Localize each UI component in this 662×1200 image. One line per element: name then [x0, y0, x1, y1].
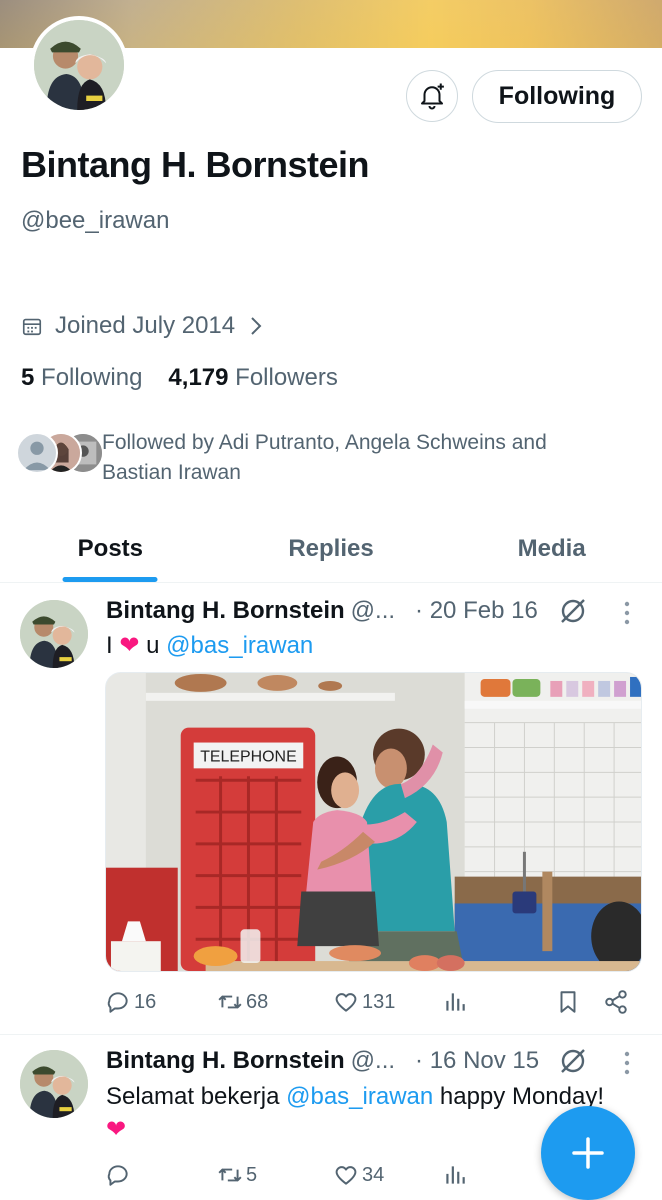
post-divider — [0, 1034, 662, 1035]
post-text: I ❤ u @bas_irawan — [106, 629, 646, 662]
bell-plus-icon — [421, 83, 444, 110]
tab-label: Media — [517, 534, 586, 562]
profile-avatar[interactable] — [30, 16, 128, 114]
joined-date-row[interactable]: Joined July 2014 — [21, 312, 263, 340]
like-count: 34 — [362, 1163, 385, 1186]
avatar-photo — [20, 600, 88, 668]
reply-count: 16 — [134, 990, 157, 1013]
share-button[interactable] — [603, 989, 632, 1015]
tab-media[interactable]: Media — [441, 515, 662, 582]
plus-icon — [572, 1137, 604, 1169]
like-heart-icon — [335, 1166, 357, 1185]
views-chart-icon — [446, 1166, 465, 1184]
like-button[interactable]: 34 — [333, 1162, 384, 1188]
avatar-photo — [34, 20, 124, 110]
followed-by-avatars — [16, 430, 104, 474]
tab-label: Posts — [77, 534, 144, 562]
post-header: Bintang H. Bornstein @... · 20 Feb 16 — [106, 597, 538, 625]
chevron-right-icon — [251, 317, 262, 335]
post-author-handle[interactable]: @... — [351, 597, 395, 625]
repost-icon — [218, 1168, 242, 1182]
following-count-link[interactable]: 5 Following — [21, 364, 142, 392]
followers-count-link[interactable]: 4,179 Followers — [168, 364, 337, 392]
more-options-icon[interactable] — [614, 1048, 640, 1078]
views-chart-icon — [446, 993, 465, 1011]
post-avatar[interactable] — [20, 1050, 88, 1118]
follow-counts: 5 Following 4,179 Followers — [21, 364, 364, 392]
repost-icon — [218, 995, 242, 1009]
tab-replies[interactable]: Replies — [221, 515, 442, 582]
following-label: Following — [41, 364, 143, 391]
repost-count: 68 — [246, 990, 269, 1013]
reply-button[interactable]: 16 — [105, 989, 156, 1015]
post-author-name[interactable]: Bintang H. Bornstein — [106, 1047, 345, 1075]
heart-emoji-icon: ❤ — [119, 632, 140, 659]
grok-icon[interactable] — [558, 1046, 588, 1076]
post-author-handle[interactable]: @... — [351, 1047, 395, 1075]
following-button[interactable]: Following — [472, 70, 642, 123]
joined-text: Joined July 2014 — [55, 312, 236, 339]
mention-link[interactable]: @bas_irawan — [166, 632, 313, 659]
default-avatar — [16, 432, 58, 474]
post-avatar[interactable] — [20, 600, 88, 668]
followed-by-row[interactable]: Followed by Adi Putranto, Angela Schwein… — [16, 430, 582, 488]
post-text-part: u — [146, 632, 160, 659]
post-text-part: Selamat bekerja — [106, 1083, 280, 1110]
active-tab-indicator — [62, 577, 158, 582]
post-media-image[interactable]: TELEPHONE — [105, 672, 642, 972]
notifications-bell-button[interactable] — [406, 70, 458, 122]
grok-icon[interactable] — [558, 596, 588, 626]
views-button[interactable] — [442, 989, 471, 1015]
followed-by-text: Followed by Adi Putranto, Angela Schwein… — [102, 431, 547, 484]
profile-name: Bintang H. Bornstein — [21, 144, 370, 185]
reply-icon — [107, 1165, 128, 1186]
compose-post-button[interactable] — [541, 1106, 635, 1200]
like-button[interactable]: 131 — [333, 989, 395, 1015]
telephone-sign-text: TELEPHONE — [200, 748, 297, 765]
heart-emoji-icon: ❤ — [106, 1116, 127, 1143]
like-heart-icon — [335, 993, 357, 1012]
post-header: Bintang H. Bornstein @... · 16 Nov 15 — [106, 1047, 539, 1075]
repost-button[interactable]: 5 — [217, 1162, 257, 1188]
tab-posts[interactable]: Posts — [0, 515, 221, 582]
followers-label: Followers — [235, 364, 338, 391]
views-button[interactable] — [442, 1162, 471, 1188]
tab-label: Replies — [288, 534, 374, 562]
reply-button[interactable] — [105, 1162, 134, 1188]
like-count: 131 — [362, 990, 396, 1013]
post-actions: 16 68 131 — [105, 989, 635, 1019]
post-text-part: I — [106, 632, 113, 659]
post-author-name[interactable]: Bintang H. Bornstein — [106, 597, 345, 625]
profile-handle: @bee_irawan — [21, 207, 170, 234]
share-icon — [605, 990, 627, 1014]
kitchen-scene-photo: TELEPHONE — [106, 673, 641, 971]
reply-icon — [107, 992, 128, 1013]
following-count: 5 — [21, 364, 35, 391]
mention-link[interactable]: @bas_irawan — [286, 1083, 433, 1110]
calendar-icon — [22, 318, 42, 336]
avatar-photo — [20, 1050, 88, 1118]
repost-count: 5 — [246, 1163, 258, 1186]
post-date[interactable]: · 16 Nov 15 — [415, 1047, 539, 1075]
profile-tabs: Posts Replies Media — [0, 515, 662, 583]
bookmark-icon — [560, 991, 576, 1013]
bookmark-button[interactable] — [555, 989, 584, 1015]
more-options-icon[interactable] — [614, 598, 640, 628]
post-date[interactable]: · 20 Feb 16 — [415, 597, 538, 625]
repost-button[interactable]: 68 — [217, 989, 268, 1015]
followers-count: 4,179 — [168, 364, 229, 391]
